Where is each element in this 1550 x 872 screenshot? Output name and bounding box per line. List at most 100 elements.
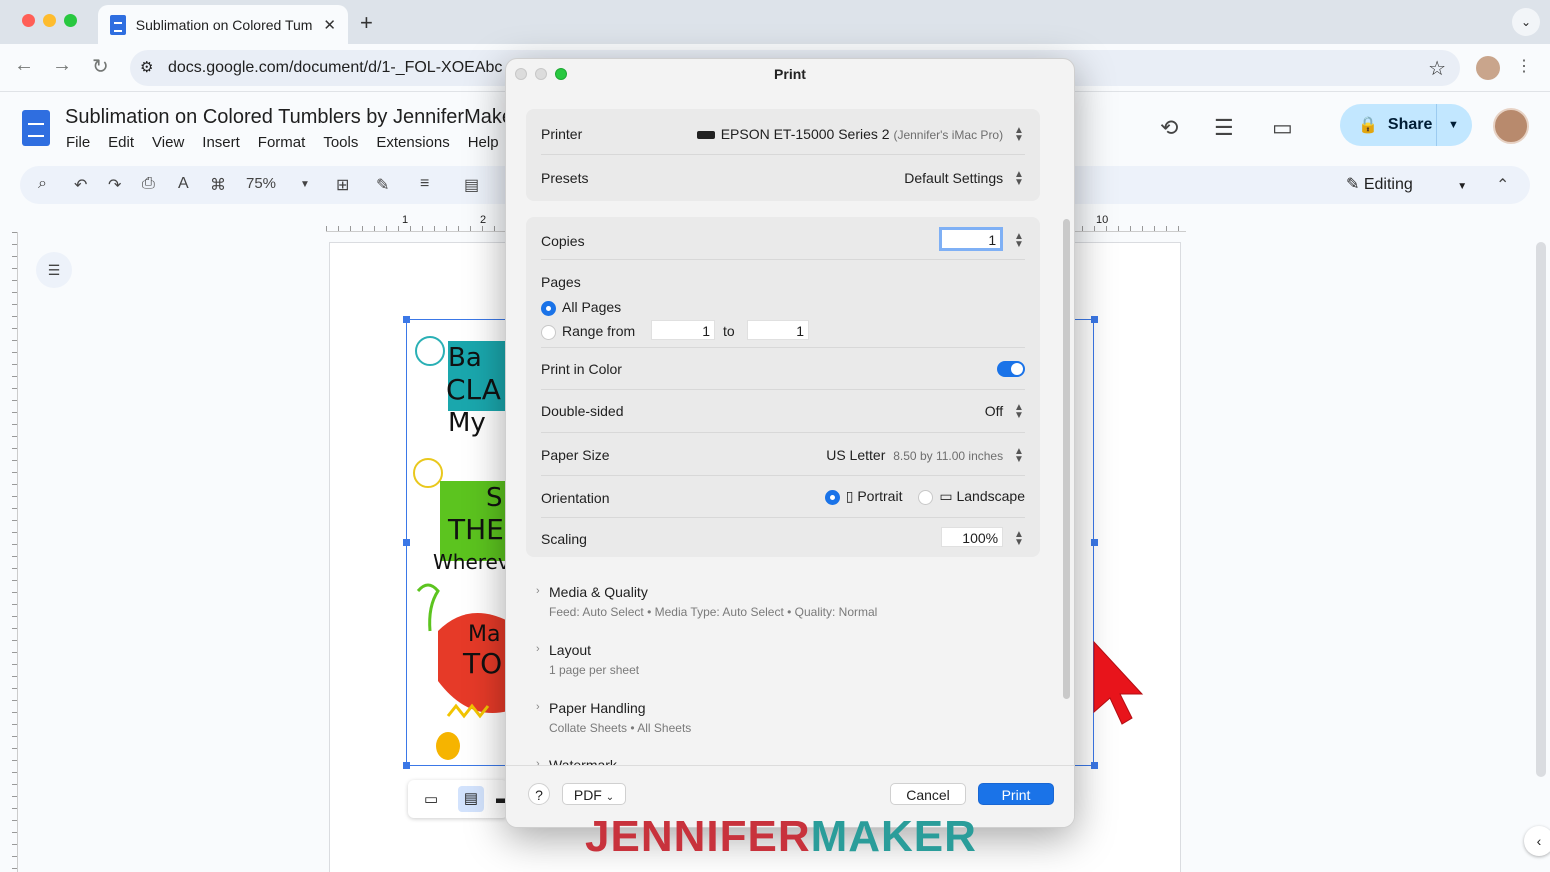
copies-input[interactable]: 1 xyxy=(939,227,1004,251)
side-panel-toggle-icon[interactable]: ‹ xyxy=(1524,826,1550,856)
menu-help[interactable]: Help xyxy=(468,134,499,151)
range-radio[interactable]: Range from xyxy=(541,323,635,340)
paper-size-select[interactable]: US Letter 8.50 by 11.00 inches ▲ ▼ xyxy=(826,446,1025,466)
zoom-select[interactable]: 75% xyxy=(246,175,276,192)
cancel-button[interactable]: Cancel xyxy=(890,783,966,805)
print-button[interactable]: Print xyxy=(978,783,1054,805)
menu-edit[interactable]: Edit xyxy=(108,134,134,151)
user-avatar[interactable] xyxy=(1493,108,1529,144)
search-menus-icon[interactable]: ⌕ xyxy=(38,175,47,193)
presets-select[interactable]: Default Settings ▲ ▼ xyxy=(904,170,1025,188)
print-dialog: Print Printer EPSON ET-15000 Series 2 (J… xyxy=(505,58,1075,828)
document-title[interactable]: Sublimation on Colored Tumblers by Jenni… xyxy=(65,106,520,129)
redo-icon[interactable]: ↷ xyxy=(108,175,121,195)
printer-select[interactable]: EPSON ET-15000 Series 2 (Jennifer's iMac… xyxy=(696,125,1025,145)
collapse-toolbar-icon[interactable]: ⌃ xyxy=(1496,175,1509,195)
menu-tools[interactable]: Tools xyxy=(323,134,358,151)
ruler-label: 2 xyxy=(480,214,487,226)
docs-logo-icon[interactable] xyxy=(22,110,50,146)
new-tab-icon[interactable]: + xyxy=(360,10,373,36)
range-from-input[interactable]: 1 xyxy=(651,320,715,340)
close-tab-icon[interactable]: ✕ xyxy=(323,16,336,34)
orientation-label: Orientation xyxy=(541,490,610,506)
scaling-stepper[interactable]: ▲ ▼ xyxy=(1013,530,1025,548)
resize-handle[interactable] xyxy=(403,316,410,323)
browser-tab-bar: Sublimation on Colored Tumb ✕ + ⌄ xyxy=(0,0,1550,44)
menu-view[interactable]: View xyxy=(152,134,184,151)
printer-stepper-icon: ▲ ▼ xyxy=(1014,125,1024,145)
align-icon[interactable]: ≡ xyxy=(420,175,429,193)
share-label: Share xyxy=(1387,116,1433,133)
browser-tab[interactable]: Sublimation on Colored Tumb ✕ xyxy=(98,5,348,44)
version-history-icon[interactable]: ⟲ xyxy=(1160,115,1178,141)
portrait-icon: ▯ xyxy=(845,488,854,504)
document-scrollbar[interactable] xyxy=(1536,242,1546,777)
border-style-icon[interactable]: ▤ xyxy=(464,175,479,195)
bookmark-star-icon[interactable]: ☆ xyxy=(1428,56,1446,81)
forward-arrow-icon[interactable]: → xyxy=(52,54,72,77)
tab-search-chevron-icon[interactable]: ⌄ xyxy=(1512,8,1540,36)
vertical-ruler[interactable] xyxy=(0,232,18,872)
zoom-window-button[interactable] xyxy=(64,14,77,27)
pdf-chevron-icon: ⌄ xyxy=(605,792,615,803)
print-in-color-toggle[interactable] xyxy=(997,361,1025,377)
lock-icon: 🔒 xyxy=(1358,117,1378,134)
landscape-radio[interactable]: ▭ Landscape xyxy=(918,488,1025,505)
menu-insert[interactable]: Insert xyxy=(202,134,240,151)
site-settings-icon[interactable]: ⚙ xyxy=(140,58,153,76)
resize-handle[interactable] xyxy=(1091,539,1098,546)
browser-menu-icon[interactable]: ⋮ xyxy=(1516,56,1532,76)
resize-handle[interactable] xyxy=(403,762,410,769)
wrap-text-icon[interactable]: ▤ xyxy=(458,786,484,812)
add-comment-icon[interactable]: ⊞ xyxy=(336,175,349,195)
chevron-right-icon: › xyxy=(536,585,540,597)
minimize-window-button[interactable] xyxy=(43,14,56,27)
dialog-title: Print xyxy=(774,66,806,82)
portrait-radio[interactable]: ▯ Portrait xyxy=(824,488,902,505)
zoom-chevron-icon[interactable]: ▼ xyxy=(300,179,310,190)
range-to-input[interactable]: 1 xyxy=(747,320,809,340)
scaling-input[interactable]: 100% xyxy=(941,527,1004,547)
printer-row: Printer EPSON ET-15000 Series 2 (Jennife… xyxy=(541,109,1025,155)
close-window-button[interactable] xyxy=(22,14,35,27)
printer-icon xyxy=(696,131,715,140)
paper-stepper-icon: ▲ ▼ xyxy=(1014,446,1024,466)
menu-format[interactable]: Format xyxy=(258,134,306,151)
print-icon[interactable]: ⎙ xyxy=(142,175,155,193)
all-pages-radio[interactable]: All Pages xyxy=(541,299,621,316)
paint-format-icon[interactable]: ⌘ xyxy=(210,175,226,195)
paper-size-label: Paper Size xyxy=(541,447,610,463)
chevron-right-icon: › xyxy=(536,701,540,713)
pen-icon[interactable]: ✎ xyxy=(376,175,389,195)
resize-handle[interactable] xyxy=(1091,762,1098,769)
copies-label: Copies xyxy=(541,233,585,249)
duplex-select[interactable]: Off ▲ ▼ xyxy=(985,403,1025,421)
browser-profile-avatar[interactable] xyxy=(1476,56,1500,80)
paper-size-row: Paper Size US Letter 8.50 by 11.00 inche… xyxy=(541,433,1025,476)
meet-camera-icon[interactable]: ▭ xyxy=(1272,115,1293,141)
pdf-menu-button[interactable]: PDF ⌄ xyxy=(562,783,626,805)
resize-handle[interactable] xyxy=(403,539,410,546)
scaling-label: Scaling xyxy=(541,531,587,547)
editing-chevron-icon: ▼ xyxy=(1457,181,1468,192)
menu-file[interactable]: File xyxy=(66,134,90,151)
inline-wrap-icon[interactable]: ▭ xyxy=(424,790,438,808)
reload-icon[interactable]: ↻ xyxy=(92,54,109,79)
orientation-row: Orientation ▯ Portrait ▭ Landscape xyxy=(541,476,1025,518)
landscape-icon: ▭ xyxy=(939,488,953,504)
share-dropdown-icon[interactable]: ▼ xyxy=(1448,119,1459,131)
copies-stepper[interactable]: ▲ ▼ xyxy=(1013,232,1025,250)
ruler-label: 1 xyxy=(402,214,409,226)
help-button[interactable]: ? xyxy=(528,783,550,805)
dialog-scrollbar[interactable] xyxy=(1063,219,1070,699)
presets-label: Presets xyxy=(541,170,589,186)
document-outline-icon[interactable]: ☰ xyxy=(36,252,72,288)
editing-mode-select[interactable]: ✎ Editing ▼ xyxy=(1346,174,1467,194)
share-button[interactable]: 🔒 Share ▼ xyxy=(1340,104,1472,146)
menu-extensions[interactable]: Extensions xyxy=(376,134,449,151)
undo-icon[interactable]: ↶ xyxy=(74,175,87,195)
back-arrow-icon[interactable]: ← xyxy=(14,54,34,77)
comments-icon[interactable]: ☰ xyxy=(1214,115,1234,141)
spellcheck-icon[interactable]: A xyxy=(178,175,189,193)
resize-handle[interactable] xyxy=(1091,316,1098,323)
